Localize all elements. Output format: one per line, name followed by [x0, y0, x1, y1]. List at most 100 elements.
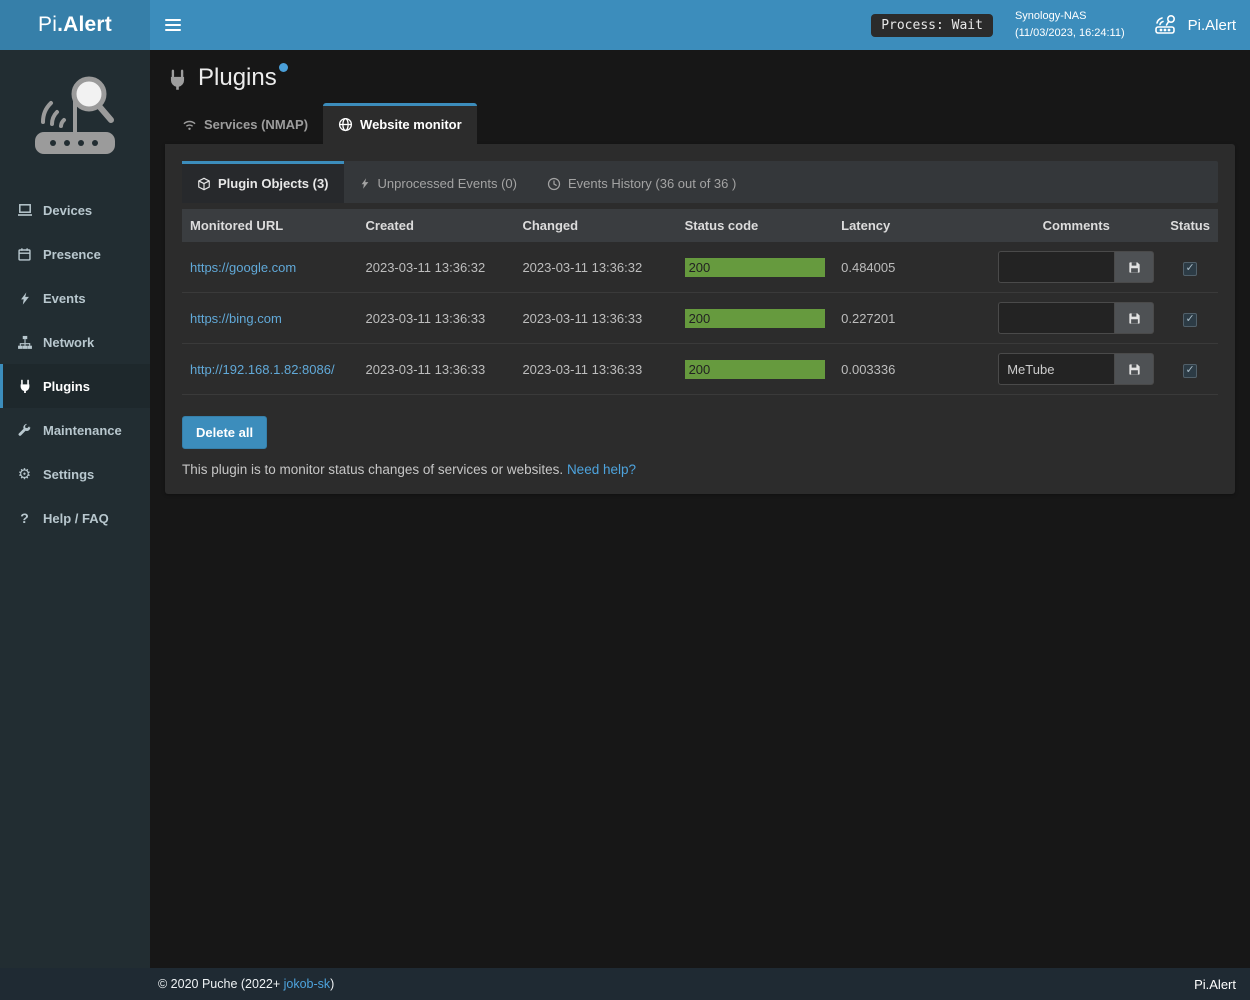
tab-label: Events History (36 out of 36 )	[568, 176, 736, 191]
latency-cell: 0.484005	[833, 242, 990, 293]
sidebar-item-network[interactable]: Network	[0, 320, 150, 364]
changed-cell: 2023-03-11 13:36:33	[514, 344, 676, 395]
sidebar-item-presence[interactable]: Presence	[0, 232, 150, 276]
monitored-url-link[interactable]: https://google.com	[190, 260, 296, 275]
author-link[interactable]: jokob-sk	[284, 977, 331, 991]
save-comment-button[interactable]	[1114, 251, 1154, 283]
status-code-bar: 200	[685, 258, 826, 277]
signal-icon	[182, 118, 197, 131]
tab-label: Website monitor	[360, 117, 462, 132]
sidebar-item-plugins[interactable]: Plugins	[0, 364, 150, 408]
process-status-badge: Process: Wait	[871, 14, 993, 37]
page-title: Plugins	[198, 65, 288, 91]
cube-icon	[197, 177, 211, 191]
bolt-icon	[15, 291, 34, 306]
save-comment-button[interactable]	[1114, 353, 1154, 385]
col-monitored-url: Monitored URL	[182, 209, 358, 242]
latency-cell: 0.003336	[833, 344, 990, 395]
comment-input[interactable]	[998, 353, 1114, 385]
status-code-bar: 200	[685, 309, 826, 328]
sidebar-item-label: Maintenance	[43, 423, 122, 438]
router-magnifier-logo	[23, 70, 127, 166]
clock-icon	[547, 177, 561, 191]
monitored-url-link[interactable]: https://bing.com	[190, 311, 282, 326]
sidebar: Devices Presence Events	[0, 50, 150, 968]
router-icon	[1151, 14, 1179, 36]
status-checkbox[interactable]	[1183, 313, 1197, 327]
comment-input[interactable]	[998, 251, 1114, 283]
created-cell: 2023-03-11 13:36:33	[358, 344, 515, 395]
col-changed: Changed	[514, 209, 676, 242]
sidebar-item-label: Help / FAQ	[43, 511, 109, 526]
question-icon: ?	[15, 510, 34, 526]
globe-icon	[338, 117, 353, 132]
tab-label: Unprocessed Events (0)	[378, 176, 517, 191]
status-checkbox[interactable]	[1183, 364, 1197, 378]
delete-all-button[interactable]: Delete all	[182, 416, 267, 449]
brand-text-light: Pi	[38, 13, 57, 37]
sidebar-item-label: Presence	[43, 247, 101, 262]
host-name: Synology-NAS	[1015, 8, 1125, 25]
sidebar-item-label: Plugins	[43, 379, 90, 394]
tab-label: Plugin Objects (3)	[218, 176, 329, 191]
brand-text-bold: .Alert	[57, 13, 112, 37]
host-timestamp: (11/03/2023, 16:24:11)	[1015, 25, 1125, 42]
changed-cell: 2023-03-11 13:36:32	[514, 242, 676, 293]
top-nav: Process: Wait Synology-NAS (11/03/2023, …	[150, 0, 1250, 50]
plug-icon	[167, 69, 188, 91]
sidebar-item-label: Network	[43, 335, 94, 350]
sidebar-item-maintenance[interactable]: Maintenance	[0, 408, 150, 452]
sidebar-item-events[interactable]: Events	[0, 276, 150, 320]
table-row: https://bing.com 2023-03-11 13:36:33 202…	[182, 293, 1218, 344]
created-cell: 2023-03-11 13:36:32	[358, 242, 515, 293]
website-monitor-panel: Plugin Objects (3) Unprocessed Events (0…	[165, 144, 1235, 494]
tab-events-history[interactable]: Events History (36 out of 36 )	[532, 161, 751, 203]
plug-icon	[15, 379, 34, 394]
tab-services-nmap[interactable]: Services (NMAP)	[167, 103, 323, 144]
plugin-tabs: Services (NMAP) Website monitor	[165, 103, 1235, 144]
table-row: http://192.168.1.82:8086/ 2023-03-11 13:…	[182, 344, 1218, 395]
need-help-link[interactable]: Need help?	[567, 462, 636, 477]
table-header-row: Monitored URL Created Changed Status cod…	[182, 209, 1218, 242]
plugin-subtabs: Plugin Objects (3) Unprocessed Events (0…	[182, 161, 1218, 203]
footer-app-name: Pi.Alert	[1194, 977, 1236, 992]
latency-cell: 0.227201	[833, 293, 990, 344]
floppy-icon	[1127, 311, 1142, 326]
app-logo[interactable]: Pi.Alert	[0, 0, 150, 50]
changed-cell: 2023-03-11 13:36:33	[514, 293, 676, 344]
status-checkbox[interactable]	[1183, 262, 1197, 276]
col-status-code: Status code	[677, 209, 834, 242]
wrench-icon	[15, 423, 34, 438]
created-cell: 2023-03-11 13:36:33	[358, 293, 515, 344]
menu-toggle-icon[interactable]	[150, 0, 196, 50]
monitored-urls-table: Monitored URL Created Changed Status cod…	[182, 209, 1218, 395]
comment-input[interactable]	[998, 302, 1114, 334]
sidebar-item-label: Events	[43, 291, 86, 306]
top-bar: Pi.Alert Process: Wait Synology-NAS (11/…	[0, 0, 1250, 50]
col-created: Created	[358, 209, 515, 242]
tab-website-monitor[interactable]: Website monitor	[323, 103, 477, 144]
sidebar-item-devices[interactable]: Devices	[0, 188, 150, 232]
col-status: Status	[1162, 209, 1218, 242]
footer-copyright: © 2020 Puche (2022+ jokob-sk)	[158, 977, 334, 991]
sidebar-item-help[interactable]: ? Help / FAQ	[0, 496, 150, 540]
sidebar-logo	[0, 50, 150, 188]
sitemap-icon	[15, 335, 34, 350]
gear-icon: ⚙	[15, 467, 34, 482]
monitored-url-link[interactable]: http://192.168.1.82:8086/	[190, 362, 335, 377]
laptop-icon	[15, 202, 34, 218]
save-comment-button[interactable]	[1114, 302, 1154, 334]
col-latency: Latency	[833, 209, 990, 242]
tab-plugin-objects[interactable]: Plugin Objects (3)	[182, 161, 344, 203]
calendar-icon	[15, 247, 34, 262]
app-window: Pi.Alert Process: Wait Synology-NAS (11/…	[0, 0, 1250, 1000]
sidebar-item-settings[interactable]: ⚙ Settings	[0, 452, 150, 496]
plugins-count-badge	[279, 63, 288, 72]
nav-app-link[interactable]: Pi.Alert	[1151, 0, 1250, 50]
bolt-icon	[359, 177, 371, 190]
footer: © 2020 Puche (2022+ jokob-sk) Pi.Alert	[0, 968, 1250, 1000]
tab-unprocessed-events[interactable]: Unprocessed Events (0)	[344, 161, 532, 203]
floppy-icon	[1127, 362, 1142, 377]
page-header: Plugins	[167, 65, 1233, 91]
tab-label: Services (NMAP)	[204, 117, 308, 132]
